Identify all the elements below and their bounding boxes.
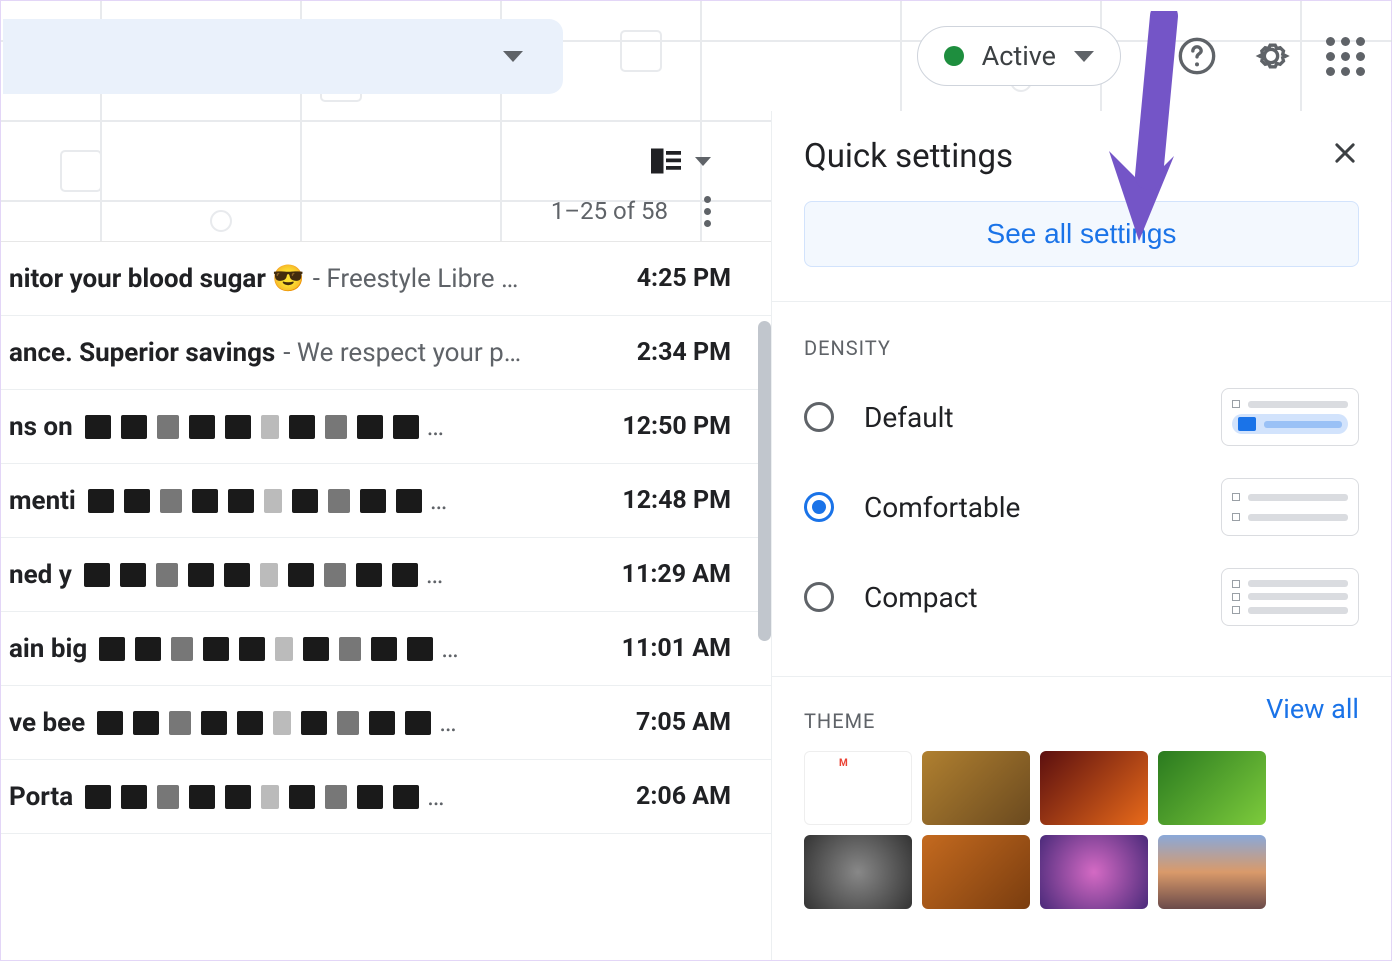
mail-row[interactable]: ns on …12:50 PM	[1, 390, 771, 464]
view-mode-dropdown[interactable]	[651, 148, 711, 174]
mail-row[interactable]: ain big…11:01 AM	[1, 612, 771, 686]
density-preview-icon	[1221, 388, 1359, 446]
density-option-compact[interactable]: Compact	[804, 552, 1359, 642]
more-menu-button[interactable]	[704, 196, 711, 227]
panel-title: Quick settings	[804, 137, 1013, 176]
pagination-label: 1–25 of 58	[551, 197, 668, 225]
status-label: Active	[982, 40, 1056, 72]
close-icon	[1331, 139, 1359, 167]
density-section-title: DENSITY	[804, 336, 1359, 360]
density-label: Default	[864, 401, 1191, 434]
radio-icon	[804, 402, 834, 432]
quick-settings-panel: Quick settings See all settings DENSITY …	[771, 111, 1391, 960]
apps-button[interactable]	[1319, 30, 1371, 82]
theme-option-chess[interactable]	[922, 751, 1030, 825]
mail-list: nitor your blood sugar 😎 - Freestyle Lib…	[1, 241, 771, 834]
density-option-default[interactable]: Default	[804, 372, 1359, 462]
settings-button[interactable]	[1245, 30, 1297, 82]
mail-row[interactable]: ance. Superior savings - We respect your…	[1, 316, 771, 390]
mail-row[interactable]: ned y…11:29 AM	[1, 538, 771, 612]
mail-row[interactable]: ve bee…7:05 AM	[1, 686, 771, 760]
caret-down-icon	[695, 157, 711, 166]
density-label: Comfortable	[864, 491, 1191, 524]
divider	[772, 301, 1391, 302]
density-preview-icon	[1221, 568, 1359, 626]
theme-option-sunset[interactable]	[1158, 835, 1266, 909]
caret-down-icon	[503, 51, 523, 62]
status-dropdown[interactable]: Active	[917, 26, 1121, 86]
theme-option-pipes[interactable]	[804, 835, 912, 909]
split-view-icon	[651, 148, 681, 174]
mail-row[interactable]: Porta…2:06 AM	[1, 760, 771, 834]
theme-option-green[interactable]	[1158, 751, 1266, 825]
theme-section-title: THEME	[804, 709, 875, 733]
theme-option-default[interactable]	[804, 751, 912, 825]
theme-view-all-link[interactable]: View all	[1266, 693, 1359, 725]
mail-row[interactable]: nitor your blood sugar 😎 - Freestyle Lib…	[1, 242, 771, 316]
radio-icon	[804, 582, 834, 612]
search-dropdown[interactable]	[3, 19, 563, 94]
close-button[interactable]	[1331, 136, 1359, 176]
help-button[interactable]	[1171, 30, 1223, 82]
radio-icon	[804, 492, 834, 522]
theme-option-canyon[interactable]	[1040, 751, 1148, 825]
mail-row[interactable]: menti…12:48 PM	[1, 464, 771, 538]
caret-down-icon	[1074, 51, 1094, 62]
gear-icon	[1251, 36, 1291, 76]
theme-grid	[804, 751, 1359, 909]
theme-option-leaves[interactable]	[922, 835, 1030, 909]
density-preview-icon	[1221, 478, 1359, 536]
density-option-comfortable[interactable]: Comfortable	[804, 462, 1359, 552]
scrollbar-thumb[interactable]	[758, 321, 771, 641]
divider	[772, 676, 1391, 677]
apps-grid-icon	[1326, 37, 1365, 76]
status-dot-icon	[944, 46, 964, 66]
help-icon	[1177, 36, 1217, 76]
density-label: Compact	[864, 581, 1191, 614]
mail-area: 1–25 of 58 nitor your blood sugar 😎 - Fr…	[1, 111, 771, 960]
theme-option-beads[interactable]	[1040, 835, 1148, 909]
see-all-settings-button[interactable]: See all settings	[804, 201, 1359, 267]
